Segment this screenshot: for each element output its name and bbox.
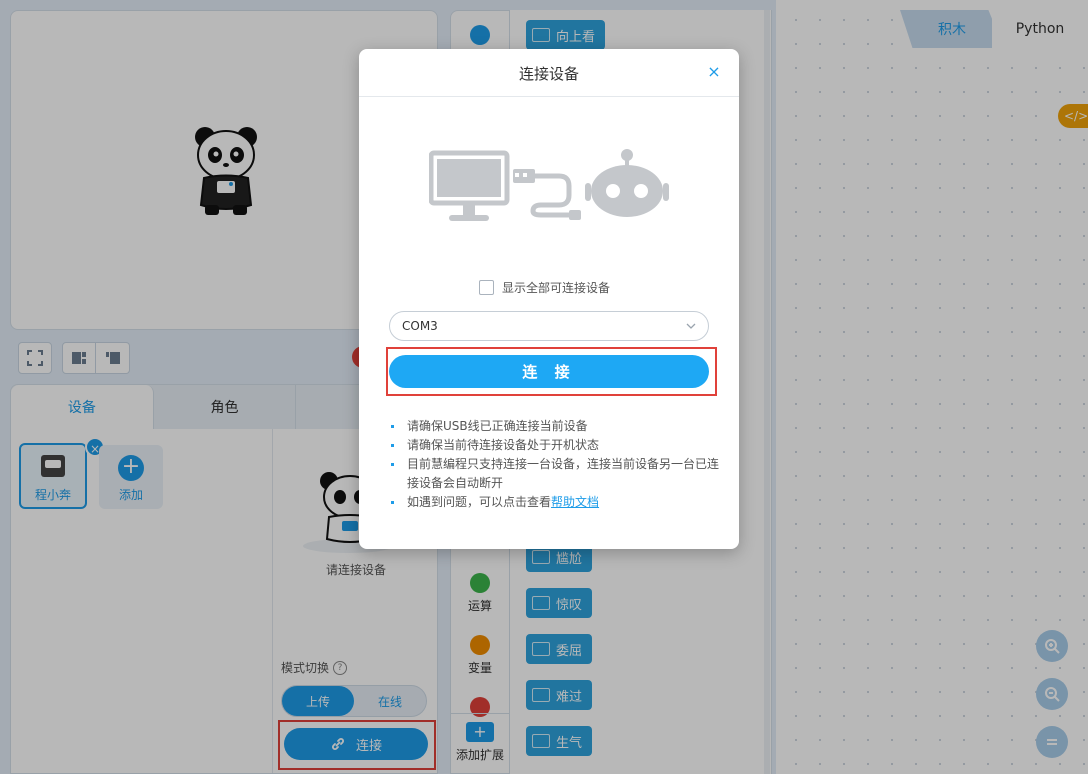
- show-all-devices-label: 显示全部可连接设备: [502, 281, 611, 295]
- chevron-down-icon: [686, 323, 696, 329]
- tip-item: 请确保当前待连接设备处于开机状态: [389, 436, 719, 455]
- usb-cable-icon: [513, 169, 581, 220]
- tip-item-help: 如遇到问题，可以点击查看帮助文档: [389, 493, 719, 512]
- close-icon[interactable]: ×: [705, 63, 723, 81]
- robot-icon: [585, 149, 669, 217]
- show-all-devices-option[interactable]: 显示全部可连接设备: [479, 279, 610, 296]
- dialog-header: 连接设备 ×: [359, 49, 739, 97]
- show-all-devices-checkbox[interactable]: [479, 280, 494, 295]
- connection-illustration: [429, 149, 669, 221]
- tip-item: 请确保USB线已正确连接当前设备: [389, 417, 719, 436]
- port-select-value: COM3: [402, 319, 438, 333]
- connect-device-dialog: 连接设备 × 显示全部可连接设备 COM3 连 接 请确保USB线已正确连接当前…: [359, 49, 739, 549]
- help-prefix: 如遇到问题，可以点击查看: [407, 495, 552, 509]
- connection-tips: 请确保USB线已正确连接当前设备 请确保当前待连接设备处于开机状态 目前慧编程只…: [389, 417, 719, 512]
- dialog-connect-button[interactable]: 连 接: [389, 355, 709, 388]
- help-docs-link[interactable]: 帮助文档: [551, 495, 599, 509]
- port-select[interactable]: COM3: [389, 311, 709, 341]
- dialog-title: 连接设备: [518, 65, 579, 83]
- monitor-icon: [429, 150, 510, 221]
- tip-item: 目前慧编程只支持连接一台设备，连接当前设备另一台已连接设备会自动断开: [389, 455, 719, 493]
